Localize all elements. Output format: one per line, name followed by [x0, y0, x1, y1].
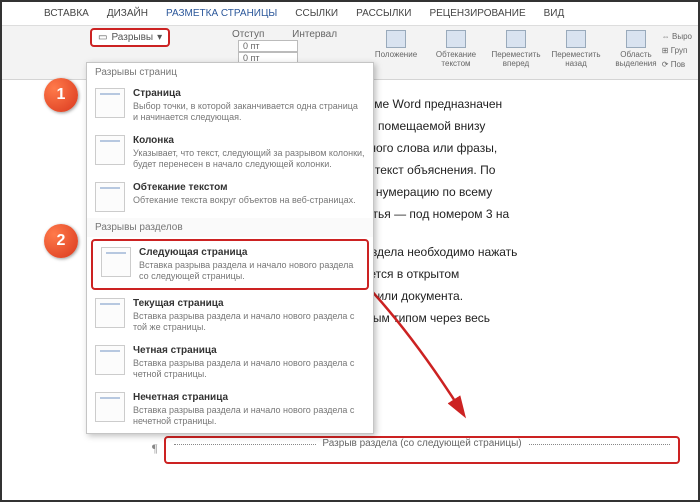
even-page-icon — [95, 345, 125, 375]
breaks-icon: ▭ — [98, 32, 107, 43]
section-break-label: Разрыв раздела (со следующей страницы) — [316, 438, 527, 449]
spacing-label: Интервал — [292, 29, 337, 40]
continuous-icon — [95, 298, 125, 328]
selection-pane-button[interactable]: Область выделения — [612, 30, 660, 68]
paragraph-mark-icon: ¶ — [152, 441, 157, 456]
section-break-odd-page-item[interactable]: Нечетная страницаВставка разрыва раздела… — [87, 386, 373, 433]
chevron-down-icon: ▾ — [157, 32, 162, 43]
page-break-icon — [95, 88, 125, 118]
break-column-item[interactable]: КолонкаУказывает, что текст, следующий з… — [87, 129, 373, 176]
spacing-before-input[interactable]: 0 пт — [238, 40, 298, 52]
section-breaks-header: Разрывы разделов — [87, 218, 373, 237]
break-text-wrap-item[interactable]: Обтекание текстомОбтекание текста вокруг… — [87, 176, 373, 218]
ribbon-tabs: ВСТАВКА ДИЗАЙН РАЗМЕТКА СТРАНИЦЫ ССЫЛКИ … — [2, 2, 698, 26]
arrange-group: ⇔ Выро ⊞ Груп ⟳ Пов — [662, 30, 692, 72]
break-page-item[interactable]: СтраницаВыбор точки, в которой заканчива… — [87, 82, 373, 129]
odd-page-icon — [95, 392, 125, 422]
tab-view[interactable]: ВИД — [542, 4, 567, 23]
tab-references[interactable]: ССЫЛКИ — [293, 4, 340, 23]
callout-badge-1: 1 — [44, 78, 78, 112]
tab-mailings[interactable]: РАССЫЛКИ — [354, 4, 413, 23]
next-page-icon — [101, 247, 131, 277]
tab-insert[interactable]: ВСТАВКА — [42, 4, 91, 23]
indent-label: Отступ — [232, 29, 264, 40]
send-backward-button[interactable]: Переместить назад — [552, 30, 600, 68]
callout-badge-2: 2 — [44, 224, 78, 258]
section-break-even-page-item[interactable]: Четная страницаВставка разрыва раздела и… — [87, 339, 373, 386]
tab-review[interactable]: РЕЦЕНЗИРОВАНИЕ — [427, 4, 527, 23]
text-wrap-break-icon — [95, 182, 125, 212]
section-break-continuous-item[interactable]: Текущая страницаВставка разрыва раздела … — [87, 292, 373, 339]
section-break-next-page-item[interactable]: Следующая страницаВставка разрыва раздел… — [91, 239, 369, 290]
wrap-text-button[interactable]: Обтекание текстом — [432, 30, 480, 68]
breaks-dropdown-menu: Разрывы страниц СтраницаВыбор точки, в к… — [86, 62, 374, 434]
page-breaks-header: Разрывы страниц — [87, 63, 373, 82]
breaks-dropdown-button[interactable]: ▭ Разрывы ▾ — [90, 28, 170, 47]
tab-page-layout[interactable]: РАЗМЕТКА СТРАНИЦЫ — [164, 4, 279, 23]
tab-design[interactable]: ДИЗАЙН — [105, 4, 150, 23]
breaks-label: Разрывы — [111, 32, 153, 43]
column-break-icon — [95, 135, 125, 165]
section-break-indicator: Разрыв раздела (со следующей страницы) — [164, 436, 680, 464]
bring-forward-button[interactable]: Переместить вперед — [492, 30, 540, 68]
position-button[interactable]: Положение — [372, 30, 420, 68]
